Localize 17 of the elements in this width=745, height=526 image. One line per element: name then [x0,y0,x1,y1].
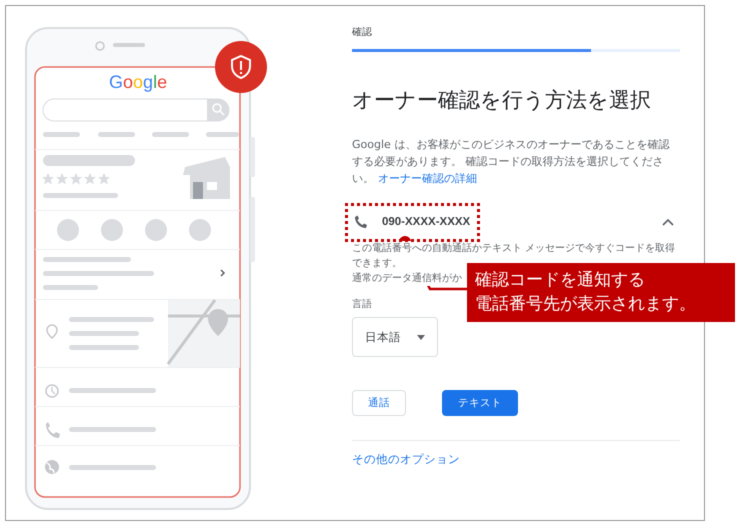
action-button[interactable]: 通話 [352,390,406,416]
chevron-icon[interactable] [662,218,674,226]
shield-alert-icon [214,40,268,94]
step-label: 確認 [352,26,373,40]
phone-icon [354,215,368,229]
phone-number: 090-XXXX-XXXX [382,216,470,228]
more-options-link[interactable]: その他のオプション [352,452,460,467]
intro-text: Google は、お客様がこのビジネスのオーナーであることを確認する必要があります。 確認コードの取得方法を選択してください。 オーナー確認の詳細 [352,137,670,187]
google-logo: Google [109,72,168,92]
action-button[interactable]: テキスト [442,390,518,416]
caret-icon [417,334,425,340]
page-heading: オーナー確認を行う方法を選択 [352,87,652,114]
language-select[interactable]: 日本語 [352,317,438,357]
language-label: 言語 [352,298,372,311]
option-note: 通常のデータ通信料がか [352,271,462,286]
details-link[interactable]: オーナー確認の詳細 [378,172,477,185]
callout-note: 確認コードを通知する 電話番号先が表示されます。 [467,263,735,322]
